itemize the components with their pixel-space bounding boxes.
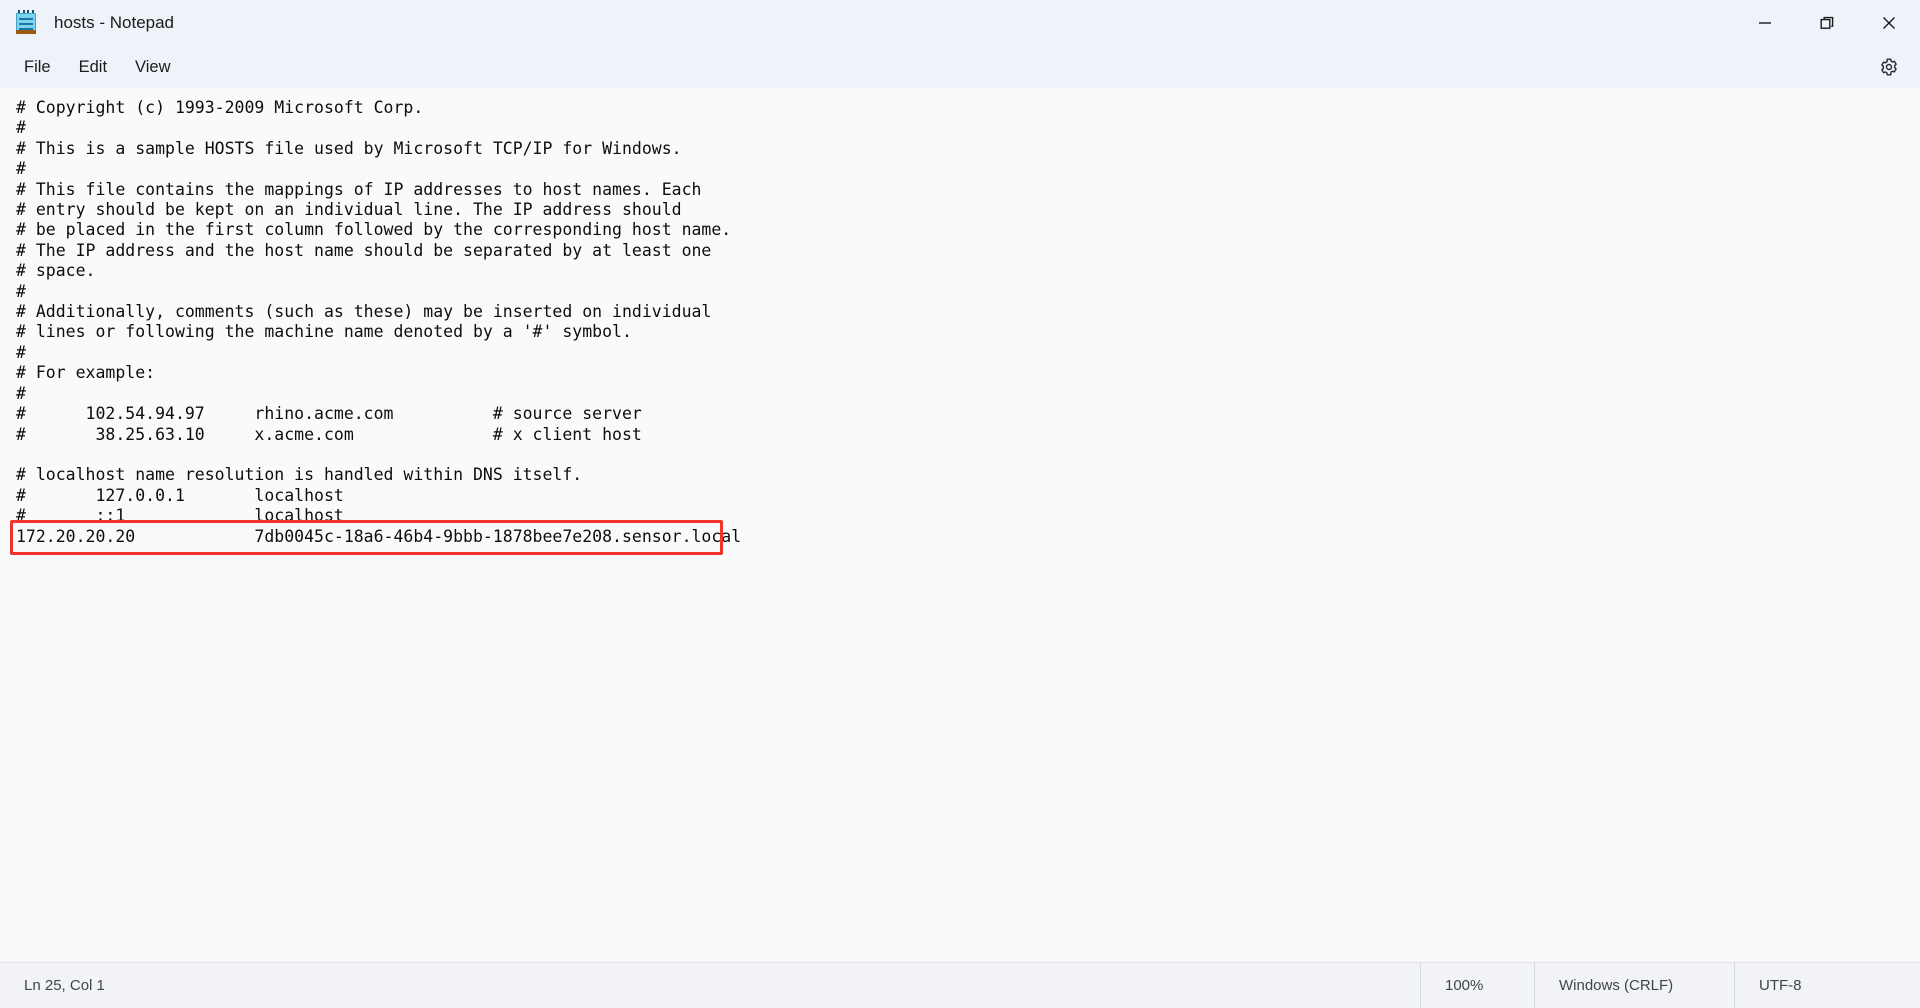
status-cursor-position: Ln 25, Col 1 [24,977,105,994]
maximize-restore-button[interactable] [1796,0,1858,46]
notepad-window: hosts - Notepad File Edit View # Copyrig… [0,0,1920,1008]
status-bar-right: 100% Windows (CRLF) UTF-8 [1420,963,1920,1008]
text-editor[interactable]: # Copyright (c) 1993-2009 Microsoft Corp… [0,88,1920,962]
status-zoom[interactable]: 100% [1420,963,1534,1008]
status-encoding[interactable]: UTF-8 [1734,963,1920,1008]
title-bar-left: hosts - Notepad [0,10,174,36]
menu-item-view[interactable]: View [121,52,184,83]
minimize-button[interactable] [1734,0,1796,46]
settings-button[interactable] [1872,50,1906,84]
status-line-ending[interactable]: Windows (CRLF) [1534,963,1734,1008]
close-icon [1883,17,1895,29]
menu-item-file[interactable]: File [10,52,65,83]
restore-icon [1820,16,1833,29]
title-bar: hosts - Notepad [0,0,1920,46]
close-button[interactable] [1858,0,1920,46]
window-title: hosts - Notepad [54,13,175,32]
notepad-icon [14,10,38,36]
menu-bar: File Edit View [0,46,1920,88]
minimize-icon [1759,22,1771,24]
editor-area[interactable]: # Copyright (c) 1993-2009 Microsoft Corp… [0,88,1920,962]
status-bar: Ln 25, Col 1 100% Windows (CRLF) UTF-8 [0,962,1920,1008]
window-controls [1734,0,1920,46]
gear-icon [1881,58,1897,76]
menu-item-edit[interactable]: Edit [65,52,121,83]
